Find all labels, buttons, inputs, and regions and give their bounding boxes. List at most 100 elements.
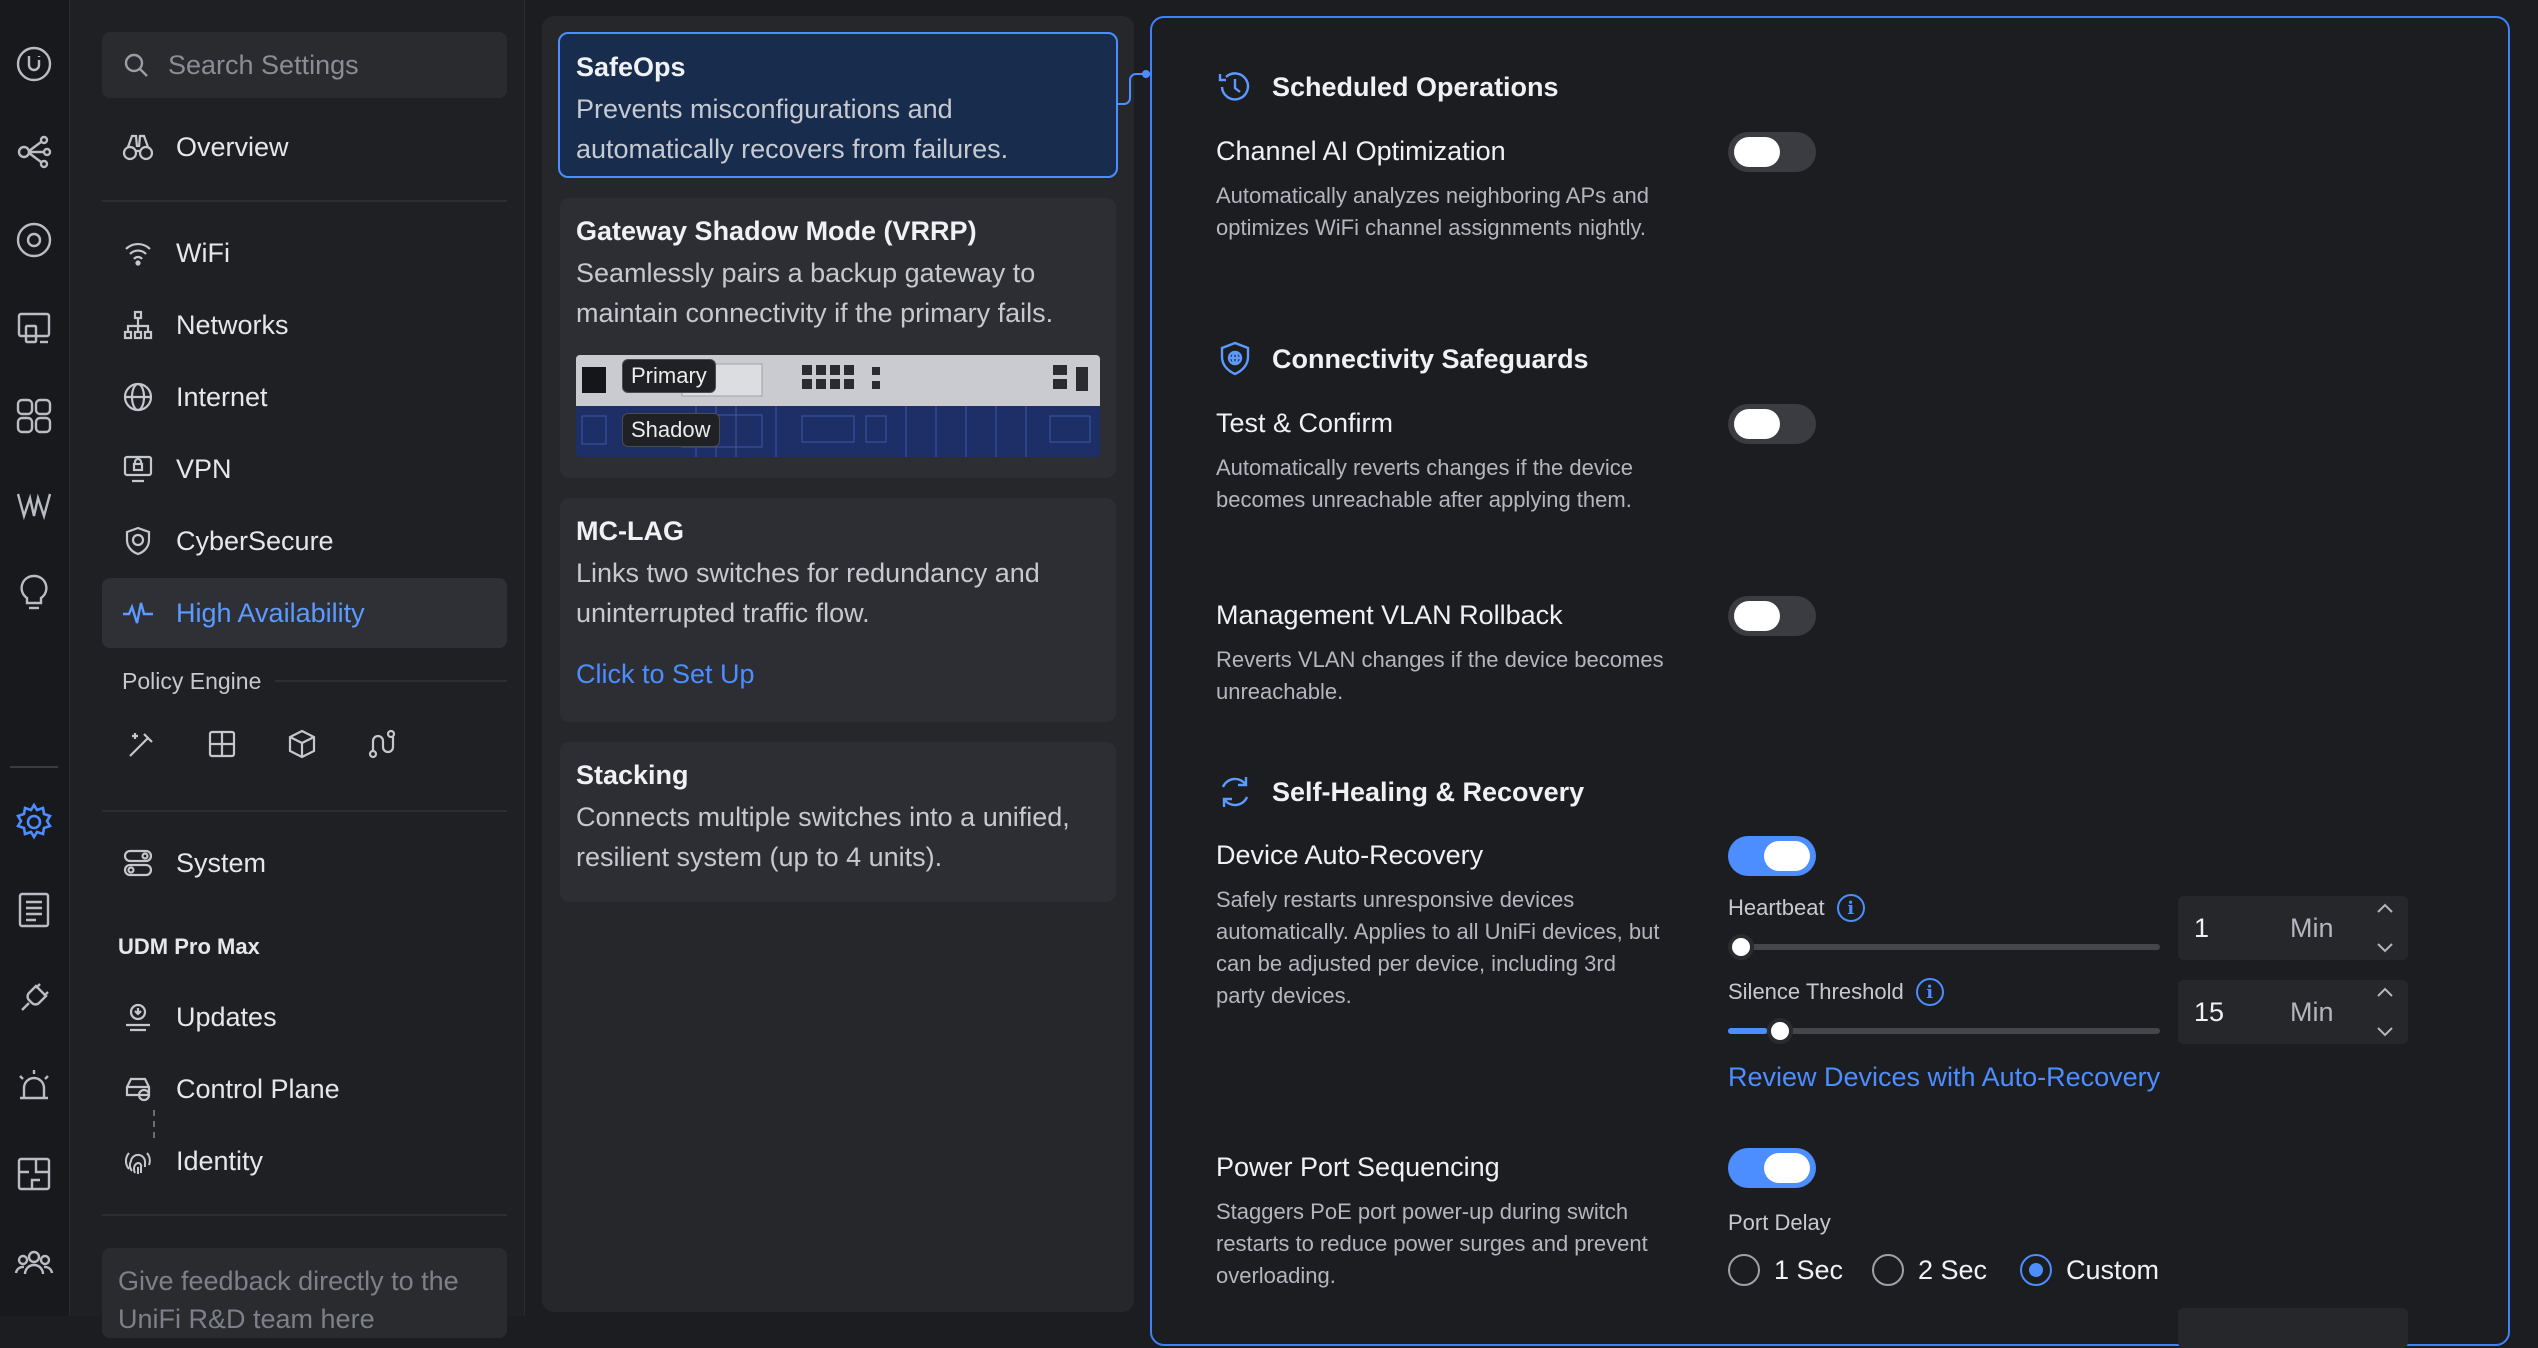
nav-divider (102, 810, 507, 812)
nav-item-wifi[interactable]: WiFi (102, 218, 507, 288)
chevron-down-icon (2377, 1027, 2393, 1037)
card-desc: Connects multiple switches into a unifie… (576, 802, 1070, 872)
nav-item-overview[interactable]: Overview (102, 112, 507, 182)
nav-label: High Availability (176, 597, 365, 628)
users-icon[interactable] (12, 1240, 56, 1284)
port-delay-label: Port Delay (1728, 1210, 1831, 1235)
topology-icon[interactable] (12, 130, 56, 174)
card-desc: Prevents misconfigurations and automatic… (576, 94, 1009, 164)
chevron-down-icon (2377, 943, 2393, 953)
device-heading: UDM Pro Max (118, 934, 260, 959)
port-delay-custom[interactable]: Custom (2020, 1254, 2159, 1286)
setting-title: Test & Confirm (1216, 408, 1394, 438)
power-port-toggle[interactable] (1728, 1148, 1816, 1188)
section-self-healing: Self-Healing & Recovery (1216, 773, 1584, 811)
feature-list: SafeOps Prevents misconfigurations and a… (542, 16, 1134, 1312)
heartbeat-value: 1 (2194, 912, 2210, 943)
feedback-box[interactable]: Give feedback directly to the UniFi R&D … (102, 1248, 507, 1338)
floorplan-icon[interactable] (12, 1152, 56, 1196)
settings-gear-icon[interactable] (12, 800, 56, 844)
radio-manager-icon[interactable] (12, 482, 56, 526)
policy-wand-icon[interactable] (124, 726, 160, 762)
nav-item-networks[interactable]: Networks (102, 290, 507, 360)
heartbeat-input[interactable]: 1 Min (2178, 896, 2408, 960)
custom-delay-input[interactable] (2178, 1308, 2408, 1348)
heartbeat-slider[interactable] (1728, 934, 2160, 960)
nav-item-high-availability[interactable]: High Availability (102, 578, 507, 648)
stepper[interactable] (2376, 902, 2394, 954)
devices-icon[interactable] (12, 306, 56, 350)
nav-divider (275, 680, 507, 682)
globe-icon (120, 379, 156, 415)
card-title: SafeOps (576, 52, 686, 82)
heartbeat-label-row: Heartbeat i (1728, 894, 1865, 922)
card-desc: Seamlessly pairs a backup gateway to mai… (576, 258, 1054, 328)
section-title: Self-Healing & Recovery (1272, 776, 1585, 807)
primary-tag: Primary (622, 359, 716, 393)
silence-slider[interactable] (1728, 1018, 2160, 1044)
test-confirm-toggle[interactable] (1728, 404, 1816, 444)
heartbeat-unit: Min (2290, 912, 2334, 943)
nav-label: Internet (176, 381, 268, 412)
set-up-link[interactable]: Click to Set Up (576, 659, 1100, 690)
policy-engine-label: Policy Engine (122, 668, 262, 694)
card-title: Gateway Shadow Mode (VRRP) (576, 216, 977, 246)
policy-cube-icon[interactable] (284, 726, 320, 762)
channel-ai-toggle[interactable] (1728, 132, 1816, 172)
info-icon[interactable]: i (1915, 978, 1944, 1006)
setting-title: Channel AI Optimization (1216, 136, 1506, 166)
insights-icon[interactable] (12, 218, 56, 262)
wifi-icon (120, 235, 156, 271)
history-clock-icon (1216, 68, 1254, 106)
search-icon (122, 51, 150, 79)
nav-item-system[interactable]: System (102, 828, 507, 898)
nav-label: Overview (176, 131, 289, 162)
auto-recovery-toggle[interactable] (1728, 836, 1816, 876)
search-input[interactable] (168, 49, 488, 81)
nav-label: Networks (176, 309, 289, 340)
nav-item-control-plane[interactable]: Control Plane (102, 1054, 507, 1124)
chevron-up-icon (2377, 987, 2393, 997)
policy-route-icon[interactable] (364, 726, 400, 762)
nav-label: VPN (176, 453, 232, 484)
card-title: Stacking (576, 760, 689, 790)
review-devices-link[interactable]: Review Devices with Auto-Recovery (1728, 1062, 2160, 1093)
port-delay-2-sec[interactable]: 2 Sec (1872, 1254, 1987, 1286)
setting-title: Device Auto-Recovery (1216, 840, 1484, 870)
feature-card-safeops[interactable]: SafeOps Prevents misconfigurations and a… (558, 32, 1118, 178)
nav-label: WiFi (176, 237, 230, 268)
nav-item-updates[interactable]: Updates (102, 982, 507, 1052)
setting-desc: Automatically reverts changes if the dev… (1216, 455, 1633, 512)
binoculars-icon (120, 129, 156, 165)
feature-card-vrrp[interactable]: Gateway Shadow Mode (VRRP) Seamlessly pa… (560, 198, 1116, 478)
nav-item-identity[interactable]: Identity (102, 1126, 507, 1196)
nav-item-vpn[interactable]: VPN (102, 434, 507, 504)
unifi-logo-icon[interactable] (12, 42, 56, 86)
silence-label-row: Silence Threshold i (1728, 978, 1944, 1006)
nav-item-internet[interactable]: Internet (102, 362, 507, 432)
ideas-icon[interactable] (12, 570, 56, 614)
port-delay-1-sec[interactable]: 1 Sec (1728, 1254, 1843, 1286)
stepper[interactable] (2376, 986, 2394, 1038)
feature-card-mc-lag[interactable]: MC-LAG Links two switches for redundancy… (560, 498, 1116, 722)
nav-item-cybersecure[interactable]: CyberSecure (102, 506, 507, 576)
silence-input[interactable]: 15 Min (2178, 980, 2408, 1044)
info-icon[interactable]: i (1836, 894, 1865, 922)
gateway-device-illustration: Primary Shadow (576, 355, 1100, 457)
alarm-icon[interactable] (12, 1064, 56, 1108)
system-toggles-icon (120, 845, 156, 881)
clients-icon[interactable] (12, 394, 56, 438)
integrations-plug-icon[interactable] (12, 976, 56, 1020)
nav-divider (102, 1214, 507, 1216)
policy-table-icon[interactable] (204, 726, 240, 762)
shadow-tag: Shadow (622, 413, 720, 447)
nav-divider (102, 200, 507, 202)
vlan-rollback-toggle[interactable] (1728, 596, 1816, 636)
setting-desc: Safely restarts unresponsive devices aut… (1216, 887, 1660, 1008)
nav-label: System (176, 847, 267, 878)
feature-card-stacking[interactable]: Stacking Connects multiple switches into… (560, 742, 1116, 902)
nav-label: CyberSecure (176, 525, 334, 556)
logs-icon[interactable] (12, 888, 56, 932)
search-settings[interactable] (102, 32, 507, 98)
setting-desc: Reverts VLAN changes if the device becom… (1216, 647, 1664, 704)
